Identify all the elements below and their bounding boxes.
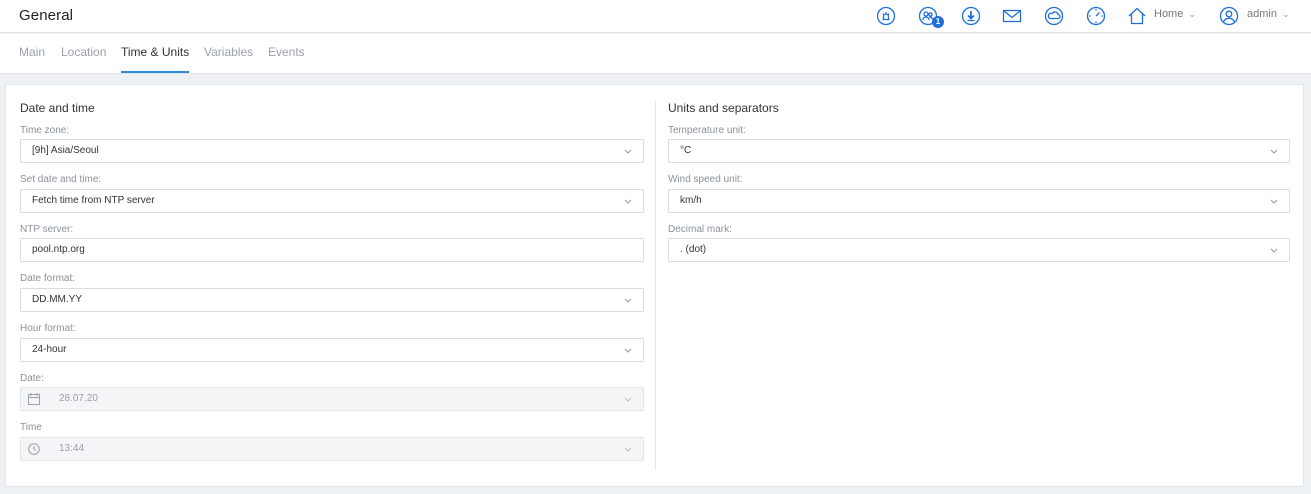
mail-icon[interactable]: [1001, 5, 1023, 27]
date-time-section-title: Date and time: [20, 101, 95, 115]
tab-variables[interactable]: Variables: [204, 45, 253, 73]
decimal-mark-value: . (dot): [680, 244, 707, 255]
units-section-title: Units and separators: [668, 101, 779, 115]
chevron-down-icon: [624, 149, 632, 154]
column-divider: [655, 101, 656, 470]
timezone-label: Time zone:: [20, 125, 70, 136]
hour-format-value: 24-hour: [32, 344, 67, 355]
user-avatar-icon[interactable]: [1218, 5, 1240, 27]
tab-bar: Main Location Time & Units Variables Eve…: [0, 34, 1311, 74]
settings-card: Date and time Time zone: [9h] Asia/Seoul…: [5, 84, 1304, 487]
wind-speed-unit-value: km/h: [680, 195, 702, 206]
chevron-down-icon: [624, 348, 632, 353]
hour-format-select[interactable]: 24-hour: [20, 338, 644, 362]
temperature-unit-select[interactable]: °C: [668, 139, 1290, 163]
set-datetime-select[interactable]: Fetch time from NTP server: [20, 189, 644, 213]
home-icon[interactable]: [1126, 5, 1148, 27]
timezone-select[interactable]: [9h] Asia/Seoul: [20, 139, 644, 163]
chevron-down-icon: [624, 199, 632, 204]
chevron-down-icon: [1270, 199, 1278, 204]
set-datetime-label: Set date and time:: [20, 174, 102, 185]
tab-time-units[interactable]: Time & Units: [121, 45, 190, 73]
tab-location[interactable]: Location: [61, 45, 106, 73]
timezone-value: [9h] Asia/Seoul: [32, 145, 99, 156]
wind-speed-unit-label: Wind speed unit:: [668, 174, 743, 185]
time-picker: 13:44: [20, 437, 644, 461]
chevron-down-icon: [1270, 248, 1278, 253]
chevron-down-icon: [624, 397, 632, 402]
chevron-down-icon: ⌄: [1188, 9, 1196, 19]
chevron-down-icon: [1270, 149, 1278, 154]
date-format-select[interactable]: DD.MM.YY: [20, 288, 644, 312]
ntp-server-input[interactable]: pool.ntp.org: [20, 238, 644, 262]
decimal-mark-select[interactable]: . (dot): [668, 238, 1290, 262]
date-label: Date:: [20, 373, 44, 384]
ntp-server-label: NTP server:: [20, 224, 74, 235]
calendar-icon: [28, 393, 40, 405]
home-selector[interactable]: Home ⌄: [1154, 8, 1196, 20]
clock-icon[interactable]: [1085, 5, 1107, 27]
temperature-unit-value: °C: [680, 145, 692, 156]
alarm-icon[interactable]: [875, 5, 897, 27]
tab-events[interactable]: Events: [268, 45, 305, 73]
date-picker: 28.07.20: [20, 387, 644, 411]
download-icon[interactable]: [960, 5, 982, 27]
notification-badge: 1: [932, 16, 944, 28]
time-label: Time: [20, 422, 42, 433]
top-bar: General 1 Home ⌄ admin ⌄: [0, 0, 1311, 33]
decimal-mark-label: Decimal mark:: [668, 224, 732, 235]
set-datetime-value: Fetch time from NTP server: [32, 195, 155, 206]
page-title: General: [19, 7, 74, 24]
date-format-label: Date format:: [20, 273, 76, 284]
date-value: 28.07.20: [59, 393, 98, 404]
weather-icon[interactable]: [1043, 5, 1065, 27]
users-icon[interactable]: 1: [917, 5, 944, 28]
wind-speed-unit-select[interactable]: km/h: [668, 189, 1290, 213]
clock-icon: [28, 443, 40, 455]
user-label: admin: [1247, 8, 1277, 20]
temperature-unit-label: Temperature unit:: [668, 125, 746, 136]
tab-main[interactable]: Main: [19, 45, 45, 73]
ntp-server-value: pool.ntp.org: [32, 244, 85, 255]
time-value: 13:44: [59, 443, 85, 454]
chevron-down-icon: [624, 447, 632, 452]
chevron-down-icon: ⌄: [1281, 9, 1290, 19]
user-menu[interactable]: admin ⌄: [1247, 8, 1290, 20]
hour-format-label: Hour format:: [20, 323, 76, 334]
date-format-value: DD.MM.YY: [32, 294, 82, 305]
chevron-down-icon: [624, 298, 632, 303]
home-label: Home: [1154, 8, 1184, 20]
